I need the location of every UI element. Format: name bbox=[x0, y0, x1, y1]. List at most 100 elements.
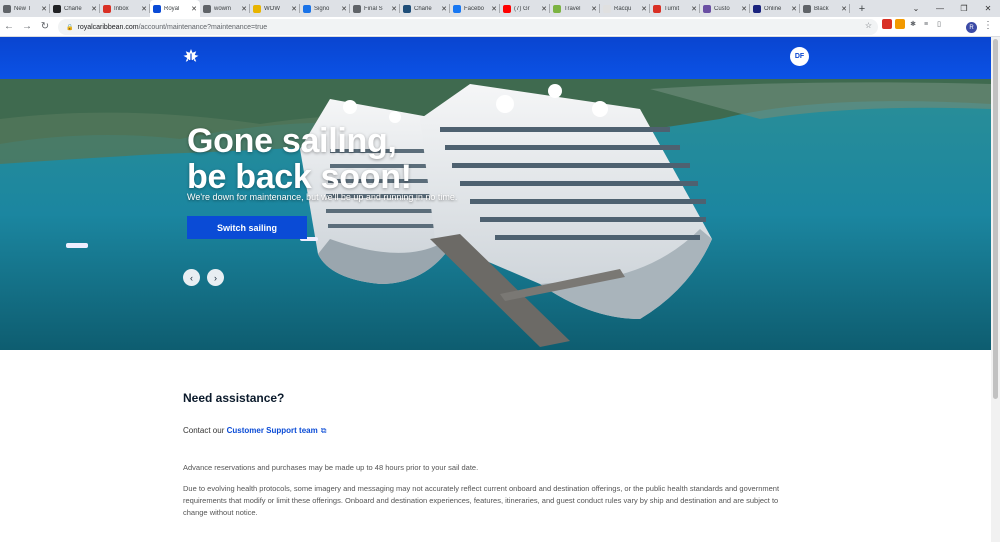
switch-sailing-button[interactable]: Switch sailing bbox=[187, 216, 307, 239]
tab-close-icon[interactable]: ✕ bbox=[541, 5, 547, 13]
minimize-button[interactable]: — bbox=[928, 4, 952, 13]
close-window-button[interactable]: ✕ bbox=[976, 4, 1000, 13]
tab-label: Racqu bbox=[614, 5, 632, 12]
new-tab-button[interactable]: + bbox=[854, 3, 870, 15]
contact-line: Contact our Customer Support team ⧉ bbox=[183, 426, 326, 436]
tab-label: Travel bbox=[564, 5, 581, 12]
browser-tab[interactable]: Facebo ✕ bbox=[450, 0, 500, 17]
tab-label: Turnit bbox=[664, 5, 680, 12]
tab-favicon-icon bbox=[803, 4, 811, 13]
tab-close-icon[interactable]: ✕ bbox=[291, 5, 297, 13]
tab-close-icon[interactable]: ✕ bbox=[391, 5, 397, 13]
tab-close-icon[interactable]: ✕ bbox=[91, 5, 97, 13]
browser-tab[interactable]: Online ✕ bbox=[750, 0, 800, 17]
tab-close-icon[interactable]: ✕ bbox=[141, 5, 147, 13]
tab-favicon-icon bbox=[653, 4, 661, 13]
contact-prefix: Contact our bbox=[183, 426, 225, 435]
browser-tab[interactable]: wowm ✕ bbox=[200, 0, 250, 17]
browser-tab[interactable]: Racqu ✕ bbox=[600, 0, 650, 17]
tab-label: Charle bbox=[414, 5, 432, 12]
tab-favicon-icon bbox=[203, 4, 211, 13]
back-icon[interactable]: ← bbox=[0, 21, 18, 32]
browser-tab[interactable]: Turnit ✕ bbox=[650, 0, 700, 17]
browser-tab[interactable]: Travel ✕ bbox=[550, 0, 600, 17]
hero-title: Gone sailing, be back soon! bbox=[187, 123, 547, 195]
tab-strip: New T ✕ Charle ✕ Inbox ✕ Royal ✕ wowm ✕ WOW ✕ Signo ✕… bbox=[0, 0, 1000, 17]
extension-icon[interactable] bbox=[895, 19, 905, 29]
external-link-icon[interactable]: ⧉ bbox=[321, 426, 327, 436]
tab-close-icon[interactable]: ✕ bbox=[491, 5, 497, 13]
browser-tab[interactable]: Custo ✕ bbox=[700, 0, 750, 17]
hero-subtitle: We're down for maintenance, but we'll be… bbox=[187, 192, 458, 202]
carousel-prev-icon[interactable]: ‹ bbox=[183, 269, 200, 286]
tab-close-icon[interactable]: ✕ bbox=[591, 5, 597, 13]
account-avatar-button[interactable]: DF bbox=[790, 47, 809, 66]
tab-favicon-icon bbox=[553, 4, 561, 13]
reading-list-icon[interactable]: ≡ bbox=[921, 19, 931, 29]
tab-close-icon[interactable]: ✕ bbox=[341, 5, 347, 13]
tab-close-icon[interactable]: ✕ bbox=[691, 5, 697, 13]
tab-label: Final S bbox=[364, 5, 383, 12]
tab-close-icon[interactable]: ✕ bbox=[241, 5, 247, 13]
puzzle-icon[interactable]: ✱ bbox=[908, 19, 918, 29]
url-domain: royalcaribbean.com bbox=[77, 23, 139, 31]
tab-favicon-icon bbox=[153, 4, 161, 13]
tab-favicon-icon bbox=[453, 4, 461, 13]
maximize-button[interactable]: ❐ bbox=[952, 4, 976, 13]
tab-label: Signo bbox=[314, 5, 330, 12]
side-panel-icon[interactable]: ▯ bbox=[934, 19, 944, 29]
browser-tab[interactable]: Signo ✕ bbox=[300, 0, 350, 17]
tab-favicon-icon bbox=[103, 4, 111, 13]
tab-close-icon[interactable]: ✕ bbox=[841, 5, 847, 13]
tab-label: Online bbox=[764, 5, 782, 12]
address-bar[interactable]: 🔒 royalcaribbean.com/account/maintenance… bbox=[58, 19, 878, 35]
hero-title-line1: Gone sailing, bbox=[187, 122, 397, 160]
health-protocol-disclaimer: Due to evolving health protocols, some i… bbox=[183, 484, 780, 517]
tab-favicon-icon bbox=[353, 4, 361, 13]
extension-icon[interactable] bbox=[882, 19, 892, 29]
advance-reservations-note: Advance reservations and purchases may b… bbox=[183, 463, 479, 472]
tab-search-icon[interactable]: ⌄ bbox=[904, 4, 928, 13]
tab-close-icon[interactable]: ✕ bbox=[41, 5, 47, 13]
tab-label: Royal bbox=[164, 5, 180, 12]
tab-close-icon[interactable]: ✕ bbox=[641, 5, 647, 13]
page-scrollbar[interactable] bbox=[991, 37, 1000, 542]
tab-label: Charle bbox=[64, 5, 82, 12]
customer-support-link[interactable]: Customer Support team bbox=[227, 426, 318, 435]
tab-label: (7) Gr bbox=[514, 5, 530, 12]
bookmark-star-icon[interactable]: ☆ bbox=[865, 21, 872, 30]
browser-tab[interactable]: Charle ✕ bbox=[400, 0, 450, 17]
browser-tab[interactable]: Final S ✕ bbox=[350, 0, 400, 17]
extensions-area: ✱ ≡ ▯ bbox=[882, 19, 944, 29]
scrollbar-thumb[interactable] bbox=[993, 39, 998, 399]
browser-tab[interactable]: (7) Gr ✕ bbox=[500, 0, 550, 17]
tab-close-icon[interactable]: ✕ bbox=[791, 5, 797, 13]
hero-banner: Gone sailing, be back soon! We're down f… bbox=[0, 79, 991, 350]
browser-toolbar: ← → ↻ 🔒 royalcaribbean.com/account/maint… bbox=[0, 17, 1000, 37]
reload-icon[interactable]: ↻ bbox=[36, 21, 54, 32]
tab-label: WOW bbox=[264, 5, 280, 12]
tab-close-icon[interactable]: ✕ bbox=[191, 5, 197, 13]
tab-favicon-icon bbox=[3, 4, 11, 13]
profile-avatar[interactable]: R bbox=[966, 22, 977, 33]
url-path: /account/maintenance?maintenance=true bbox=[138, 23, 268, 31]
assistance-title: Need assistance? bbox=[183, 391, 285, 405]
browser-tab[interactable]: Inbox ✕ bbox=[100, 0, 150, 17]
tab-favicon-icon bbox=[703, 4, 711, 13]
browser-tab[interactable]: Royal ✕ bbox=[150, 0, 200, 17]
tab-favicon-icon bbox=[53, 4, 61, 13]
site-header: DF bbox=[0, 37, 991, 79]
tab-close-icon[interactable]: ✕ bbox=[441, 5, 447, 13]
browser-tab[interactable]: WOW ✕ bbox=[250, 0, 300, 17]
browser-tab[interactable]: Charle ✕ bbox=[50, 0, 100, 17]
royal-caribbean-crown-anchor-logo[interactable] bbox=[182, 48, 200, 65]
browser-tab[interactable]: New T ✕ bbox=[0, 0, 50, 17]
tab-close-icon[interactable]: ✕ bbox=[741, 5, 747, 13]
tab-favicon-icon bbox=[303, 4, 311, 13]
kebab-menu-icon[interactable]: ⋮ bbox=[983, 20, 993, 31]
carousel-next-icon[interactable]: › bbox=[207, 269, 224, 286]
browser-tab[interactable]: Black ✕ bbox=[800, 0, 850, 17]
cruise-ships-hero-image bbox=[0, 79, 991, 350]
forward-icon[interactable]: → bbox=[18, 21, 36, 32]
tab-favicon-icon bbox=[603, 4, 611, 13]
